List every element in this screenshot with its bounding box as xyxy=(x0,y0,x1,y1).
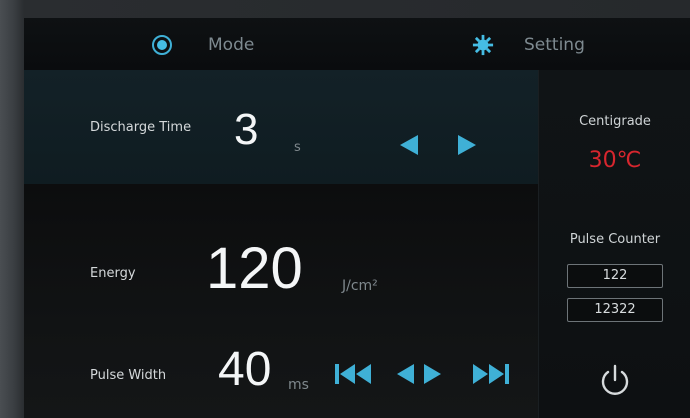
mode-tab-label: Mode xyxy=(208,35,255,55)
centigrade-label: Centigrade xyxy=(579,114,651,129)
energy-value: 120 xyxy=(206,236,303,301)
pulse-width-decrease-button[interactable] xyxy=(394,362,416,386)
triangle-right-icon xyxy=(424,364,441,384)
discharge-time-unit: s xyxy=(294,140,301,155)
pulse-counter-total: 12322 xyxy=(567,298,663,322)
power-button[interactable] xyxy=(597,363,633,399)
pulse-width-value: 40 xyxy=(218,343,272,396)
pulse-counter-session: 122 xyxy=(567,264,663,288)
pulse-counter-label: Pulse Counter xyxy=(569,232,661,247)
pulse-width-increase-button[interactable] xyxy=(422,362,444,386)
pulse-width-unit: ms xyxy=(288,377,309,393)
temperature-value: 30℃ xyxy=(588,148,642,173)
energy-label: Energy xyxy=(90,266,136,281)
discharge-time-label: Discharge Time xyxy=(90,120,192,135)
touch-screen: Mode Setting Discharge Time 3 s Energy 1… xyxy=(24,18,690,418)
skip-back-icon xyxy=(335,364,371,384)
triangle-right-icon xyxy=(458,135,476,155)
energy-unit: J/cm² xyxy=(342,278,378,294)
mode-tab[interactable]: Mode xyxy=(152,32,254,58)
discharge-decrease-button[interactable] xyxy=(398,134,420,156)
triangle-left-icon xyxy=(397,364,414,384)
power-icon xyxy=(601,364,629,395)
parameters-panel: Energy 120 J/cm² Pulse Width 40 ms xyxy=(24,184,538,418)
gear-icon xyxy=(472,34,494,56)
discharge-increase-button[interactable] xyxy=(456,134,478,156)
discharge-time-value: 3 xyxy=(234,105,259,154)
pulse-width-label: Pulse Width xyxy=(90,368,167,383)
skip-forward-button[interactable] xyxy=(470,362,510,386)
top-nav: Mode Setting xyxy=(24,18,690,70)
setting-tab[interactable]: Setting xyxy=(472,32,585,58)
status-column: Centigrade 30℃ Pulse Counter 122 12322 xyxy=(538,70,690,418)
skip-forward-icon xyxy=(473,364,509,384)
triangle-left-icon xyxy=(400,135,418,155)
setting-tab-label: Setting xyxy=(524,35,585,55)
discharge-time-row: Discharge Time 3 s xyxy=(24,70,538,184)
skip-back-button[interactable] xyxy=(334,362,374,386)
radio-selected-icon xyxy=(152,35,172,55)
